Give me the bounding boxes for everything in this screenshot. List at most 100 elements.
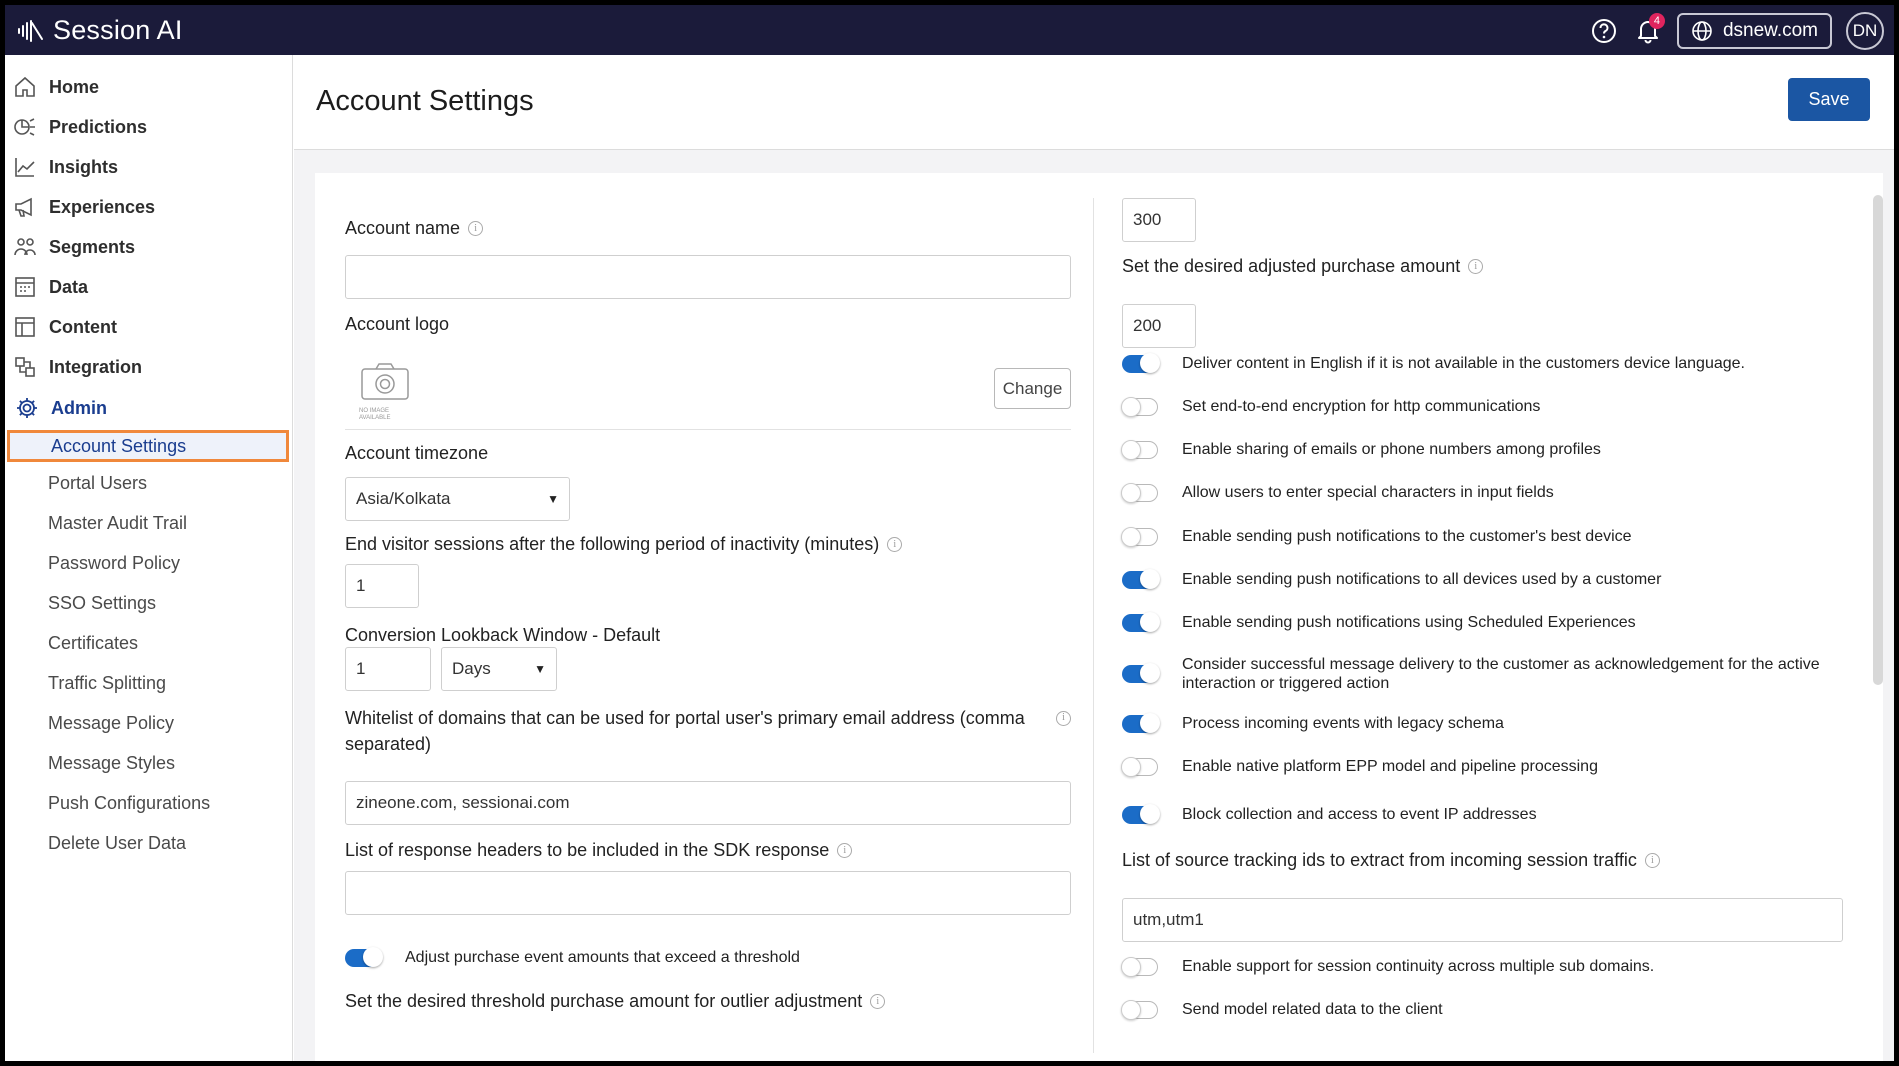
toggle-switch[interactable] — [1122, 663, 1160, 683]
save-button[interactable]: Save — [1788, 78, 1870, 121]
integration-icon — [15, 357, 35, 377]
toggle-switch[interactable] — [1121, 956, 1158, 977]
sidebar-item-message-styles[interactable]: Message Styles — [48, 747, 175, 779]
info-icon[interactable]: i — [468, 221, 484, 236]
sidebar-item-certificates[interactable]: Certificates — [48, 627, 138, 659]
help-button[interactable] — [1589, 16, 1619, 46]
sidebar-item-sso-settings[interactable]: SSO Settings — [48, 587, 156, 619]
account-name-input[interactable] — [345, 255, 1071, 299]
threshold-amount-input[interactable] — [1122, 198, 1196, 242]
whitelist-domains-input[interactable] — [345, 781, 1071, 825]
inactivity-label-text: End visitor sessions after the following… — [345, 533, 880, 554]
nav-integration[interactable]: Integration — [13, 352, 142, 382]
toggle-label: Set end-to-end encryption for http commu… — [1182, 398, 1541, 415]
sidebar-item-password-policy[interactable]: Password Policy — [48, 547, 180, 579]
inactivity-input[interactable] — [345, 564, 419, 608]
toggle-switch[interactable] — [1121, 396, 1158, 417]
sidebar-item-message-policy[interactable]: Message Policy — [48, 707, 174, 739]
nav-predictions-label: Predictions — [49, 116, 148, 137]
info-icon[interactable]: i — [1644, 853, 1660, 868]
nav-segments[interactable]: Segments — [13, 232, 135, 262]
toggle-switch[interactable] — [1121, 482, 1158, 503]
toggle-row-legacy-schema: Process incoming events with legacy sche… — [1122, 712, 1504, 733]
change-logo-button[interactable]: Change — [994, 368, 1071, 409]
timezone-label: Account timezone — [345, 442, 489, 463]
lookback-value-input[interactable] — [345, 647, 431, 691]
nav-data-label: Data — [49, 276, 89, 297]
brand[interactable]: Session AI — [17, 15, 183, 46]
nav-data[interactable]: Data — [13, 272, 88, 302]
adjust-purchase-toggle[interactable] — [345, 946, 383, 967]
toggle-row-e2e-encryption: Set end-to-end encryption for http commu… — [1121, 396, 1541, 417]
whitelist-label: Whitelist of domains that can be used fo… — [345, 705, 1071, 757]
sidebar-item-portal-users[interactable]: Portal Users — [48, 467, 147, 499]
nav-insights[interactable]: Insights — [13, 152, 118, 182]
nav-experiences[interactable]: Experiences — [13, 192, 155, 222]
content-icon — [15, 317, 35, 337]
column-divider — [1093, 198, 1094, 1053]
adjusted-amount-input[interactable] — [1122, 304, 1196, 348]
lookback-label: Conversion Lookback Window - Default — [345, 625, 661, 645]
toggle-switch[interactable] — [1121, 999, 1158, 1020]
lookback-unit-select[interactable]: Days ▼ — [441, 647, 557, 691]
toggle-switch[interactable] — [1121, 439, 1158, 460]
info-icon[interactable]: i — [837, 843, 853, 858]
info-icon[interactable]: i — [1468, 259, 1484, 274]
page-header: Account Settings Save — [294, 55, 1894, 150]
sidebar-item-master-audit-trail[interactable]: Master Audit Trail — [48, 507, 187, 539]
main-content: Account Settings Save Account name i Acc… — [294, 55, 1894, 1061]
nav-predictions[interactable]: Predictions — [13, 112, 147, 142]
toggle-row-message-delivery-ack: Consider successful message delivery to … — [1122, 655, 1820, 693]
scrollbar[interactable] — [1873, 195, 1883, 685]
divider — [345, 429, 1071, 430]
toggle-row-deliver-english: Deliver content in English if it is not … — [1122, 352, 1745, 373]
user-avatar[interactable]: DN — [1846, 12, 1884, 50]
toggle-label-line1: Consider successful message delivery to … — [1182, 656, 1820, 673]
account-logo-image: NO IMAGE AVAILABLE — [359, 363, 411, 421]
toggle-switch[interactable] — [1122, 352, 1160, 373]
insights-icon — [15, 158, 35, 177]
source-ids-input[interactable] — [1122, 898, 1843, 942]
timezone-value: Asia/Kolkata — [356, 489, 451, 508]
toggle-label: Block collection and access to event IP … — [1182, 806, 1537, 823]
threshold-label-text: Set the desired threshold purchase amoun… — [345, 991, 863, 1011]
info-icon[interactable]: i — [887, 536, 903, 552]
toggle-switch[interactable] — [1122, 712, 1160, 733]
gear-icon — [17, 398, 37, 418]
toggle-label: Enable native platform EPP model and pip… — [1182, 758, 1598, 775]
app-window: Session AI 4 dsnew.com DN Home Predictio… — [5, 5, 1894, 1061]
response-headers-input[interactable] — [345, 871, 1071, 915]
toggle-label: Enable sending push notifications to all… — [1182, 571, 1662, 588]
sidebar-item-delete-user-data[interactable]: Delete User Data — [48, 827, 186, 859]
toggle-switch[interactable] — [1121, 756, 1158, 777]
toggle-row-special-chars: Allow users to enter special characters … — [1121, 482, 1554, 503]
account-name-label: Account name i — [345, 218, 484, 239]
nav-experiences-label: Experiences — [49, 196, 156, 217]
notifications-button[interactable]: 4 — [1633, 13, 1665, 46]
info-icon[interactable]: i — [870, 994, 886, 1009]
sidebar-item-account-settings[interactable]: Account Settings — [7, 430, 289, 462]
toggle-switch[interactable] — [1122, 611, 1160, 632]
nav-home[interactable]: Home — [13, 72, 99, 102]
info-icon[interactable]: i — [1056, 710, 1071, 726]
toggle-label: Process incoming events with legacy sche… — [1182, 715, 1504, 732]
adjust-purchase-label: Adjust purchase event amounts that excee… — [405, 949, 800, 966]
timezone-select[interactable]: Asia/Kolkata ▼ — [345, 477, 570, 521]
camera-icon — [361, 363, 409, 400]
nav-content[interactable]: Content — [13, 312, 117, 342]
toggle-label: Enable sending push notifications using … — [1182, 614, 1636, 631]
nav-admin[interactable]: Admin — [15, 393, 107, 423]
toggle-switch[interactable] — [1122, 803, 1160, 824]
domain-selector[interactable]: dsnew.com — [1676, 13, 1832, 49]
sidebar-item-traffic-splitting[interactable]: Traffic Splitting — [48, 667, 166, 699]
chevron-down-icon: ▼ — [547, 492, 559, 506]
toggle-switch[interactable] — [1122, 568, 1160, 589]
sidebar-item-push-configurations[interactable]: Push Configurations — [48, 787, 210, 819]
megaphone-icon — [15, 197, 32, 217]
toggle-switch[interactable] — [1121, 526, 1158, 547]
adjusted-amount-label-text: Set the desired adjusted purchase amount — [1122, 256, 1461, 276]
inactivity-label: End visitor sessions after the following… — [345, 529, 903, 559]
toggle-row-push-best-device: Enable sending push notifications to the… — [1121, 526, 1632, 547]
threshold-label: Set the desired threshold purchase amoun… — [345, 991, 886, 1012]
data-icon — [15, 277, 35, 297]
